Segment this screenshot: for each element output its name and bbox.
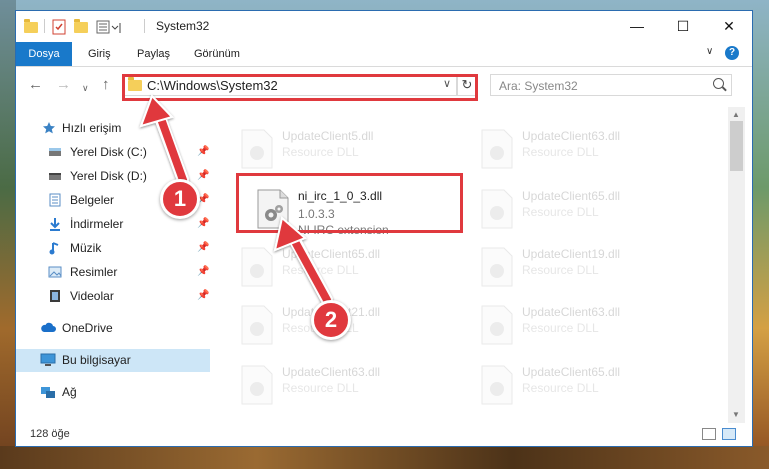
step-1-badge: 1 [160,179,200,219]
step-2-badge: 2 [311,300,351,340]
arrow-1 [139,94,189,186]
arrow-2 [273,216,333,306]
annotation-arrows [139,94,333,306]
